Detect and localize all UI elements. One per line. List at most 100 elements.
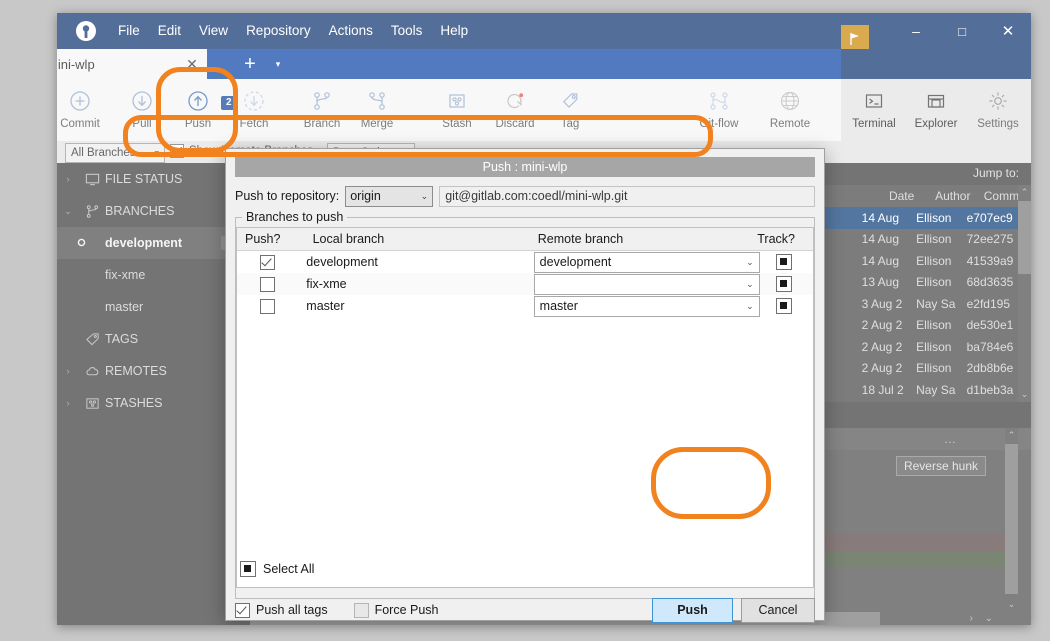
scroll-up-icon[interactable]: ⌃ bbox=[1018, 185, 1031, 200]
commit-hash: 41539a9 bbox=[966, 253, 1014, 268]
chevron-down-icon: ⌄ bbox=[746, 256, 754, 267]
menu-item-view[interactable]: View bbox=[190, 13, 237, 49]
push-button[interactable]: Push bbox=[652, 597, 733, 623]
maximize-button[interactable]: □ bbox=[939, 13, 985, 49]
menu-item-actions[interactable]: Actions bbox=[320, 13, 382, 49]
menu-item-file[interactable]: File bbox=[109, 13, 149, 49]
sidebar-branch-master[interactable]: master bbox=[57, 291, 250, 323]
repository-url: git@gitlab.com:coedl/mini-wlp.git bbox=[439, 185, 815, 207]
push-checkbox[interactable] bbox=[237, 254, 298, 270]
minimize-button[interactable]: – bbox=[893, 13, 939, 49]
chevron-right-icon: › bbox=[66, 366, 70, 376]
table-row[interactable]: fix-xme ⌄ bbox=[237, 273, 813, 295]
push-to-repository-label: Push to repository: bbox=[235, 189, 340, 203]
reverse-hunk-button[interactable]: Reverse hunk bbox=[895, 456, 986, 476]
checkbox-box bbox=[260, 276, 276, 292]
toolbar-gitflow-button[interactable]: Git-flow bbox=[685, 79, 753, 141]
sidebar-item-branches[interactable]: ⌄ BRANCHES bbox=[57, 195, 250, 227]
scroll-down-icon[interactable]: ⌄ bbox=[1018, 387, 1031, 402]
push-checkbox[interactable] bbox=[237, 276, 298, 292]
select-all-checkbox[interactable]: Select All bbox=[240, 561, 314, 577]
toolbar-commit-button[interactable]: Commit bbox=[57, 79, 111, 141]
menu-item-repository[interactable]: Repository bbox=[237, 13, 320, 49]
toolbar-stash-button[interactable]: Stash bbox=[426, 79, 488, 141]
push-checkbox[interactable] bbox=[237, 298, 298, 314]
close-button[interactable]: ✕ bbox=[985, 13, 1031, 49]
column-header-author[interactable]: Author bbox=[928, 185, 978, 207]
toolbar-tag-button[interactable]: Tag bbox=[539, 79, 601, 141]
diff-overflow-icon[interactable]: … bbox=[944, 432, 956, 446]
commit-hash: 2db8b6e bbox=[966, 361, 1014, 376]
commit-hash: e2fd195 bbox=[966, 296, 1010, 311]
chevron-down-icon: ⌄ bbox=[746, 300, 754, 311]
checkbox-box bbox=[260, 254, 276, 270]
sidebar-item-remotes[interactable]: › REMOTES bbox=[57, 355, 250, 387]
remote-branch-cell: ⌄ bbox=[533, 273, 760, 295]
discard-revert-icon bbox=[504, 90, 526, 115]
toolbar-remote-label: Remote bbox=[769, 118, 811, 130]
scroll-right-icon[interactable]: › bbox=[970, 612, 973, 625]
tab-mini-wlp[interactable]: mini-wlp ✕ bbox=[57, 49, 207, 79]
new-tab-button[interactable]: + bbox=[235, 49, 265, 79]
globe-icon bbox=[779, 90, 801, 115]
scrollbar-thumb[interactable] bbox=[1018, 201, 1031, 274]
jump-to-label: Jump to: bbox=[972, 166, 1019, 180]
sidebar-item-tags[interactable]: TAGS bbox=[57, 323, 250, 355]
toolbar-fetch-button[interactable]: Fetch bbox=[223, 79, 285, 141]
branches-table-body: development development ⌄ fix-xme ⌄ master mas… bbox=[237, 251, 813, 317]
checkbox-box bbox=[776, 298, 793, 314]
table-row[interactable]: master master ⌄ bbox=[237, 295, 813, 317]
toolbar-remote-button[interactable]: Remote bbox=[757, 79, 823, 141]
toolbar-branch-button[interactable]: Branch bbox=[291, 79, 353, 141]
toolbar-terminal-button[interactable]: Terminal bbox=[843, 79, 905, 141]
toolbar-push-button[interactable]: 2 Push bbox=[167, 79, 237, 141]
select-all-label: Select All bbox=[263, 562, 315, 576]
scroll-down-icon[interactable]: ⌄ bbox=[1005, 597, 1018, 612]
tab-label: mini-wlp bbox=[57, 56, 95, 72]
diff-vertical-scrollbar[interactable]: ⌃ ⌄ bbox=[1005, 428, 1018, 612]
menu-item-help[interactable]: Help bbox=[431, 13, 477, 49]
menu-item-tools[interactable]: Tools bbox=[382, 13, 432, 49]
sidebar-item-stashes[interactable]: › STASHES bbox=[57, 387, 250, 419]
commit-hash: ba784e6 bbox=[966, 339, 1014, 354]
commit-list-scrollbar[interactable]: ⌃ ⌄ bbox=[1018, 185, 1031, 402]
close-icon[interactable]: ✕ bbox=[177, 56, 207, 73]
push-all-tags-checkbox[interactable]: Push all tags bbox=[235, 602, 328, 618]
fetch-dashed-circle-icon bbox=[243, 90, 265, 115]
chevron-down-icon[interactable]: ⌄ bbox=[985, 612, 993, 625]
track-checkbox[interactable] bbox=[756, 254, 813, 270]
chevron-down-icon[interactable]: ▾ bbox=[265, 49, 291, 79]
toolbar-fetch-label: Fetch bbox=[239, 118, 269, 130]
chevron-down-icon: ▾ bbox=[154, 147, 159, 158]
scroll-up-icon[interactable]: ⌃ bbox=[1005, 428, 1018, 443]
toolbar-explorer-button[interactable]: Explorer bbox=[905, 79, 967, 141]
commit-author: Nay Sa bbox=[916, 296, 956, 311]
menu-item-edit[interactable]: Edit bbox=[149, 13, 190, 49]
scrollbar-thumb[interactable] bbox=[1005, 444, 1018, 594]
merge-icon bbox=[366, 90, 388, 115]
sidebar-branch-development[interactable]: development 2↑ bbox=[57, 227, 250, 259]
table-row[interactable]: development development ⌄ bbox=[237, 251, 813, 273]
repository-dropdown[interactable]: origin ⌄ bbox=[345, 185, 434, 207]
commit-hash: 72ee275 bbox=[966, 232, 1014, 247]
cancel-button[interactable]: Cancel bbox=[741, 597, 815, 623]
toolbar-merge-button[interactable]: Merge bbox=[346, 79, 408, 141]
branch-filter-dropdown[interactable]: All Branches ▾ bbox=[65, 143, 165, 163]
column-header-date[interactable]: Date bbox=[876, 185, 928, 207]
force-push-checkbox[interactable]: Force Push bbox=[353, 602, 439, 618]
remote-branch-dropdown[interactable]: development ⌄ bbox=[533, 251, 760, 273]
chevron-right-icon: › bbox=[66, 398, 70, 408]
remote-branch-dropdown[interactable]: ⌄ bbox=[533, 273, 760, 295]
toolbar-discard-button[interactable]: Discard bbox=[484, 79, 546, 141]
remote-branch-dropdown[interactable]: master ⌄ bbox=[533, 295, 760, 317]
branch-filter-label: All Branches bbox=[71, 147, 136, 159]
track-checkbox[interactable] bbox=[756, 276, 813, 292]
toolbar-settings-button[interactable]: Settings bbox=[967, 79, 1029, 141]
toolbar-pull-button[interactable]: Pull bbox=[111, 79, 173, 141]
title-bar: File Edit View Repository Actions Tools … bbox=[57, 13, 1031, 53]
sidebar-item-file-status[interactable]: › FILE STATUS bbox=[57, 163, 250, 195]
sidebar-branch-fix-xme[interactable]: fix-xme bbox=[57, 259, 250, 291]
sourcetree-logo-icon bbox=[75, 20, 97, 42]
commit-author: Ellison bbox=[916, 318, 952, 333]
track-checkbox[interactable] bbox=[756, 298, 813, 314]
